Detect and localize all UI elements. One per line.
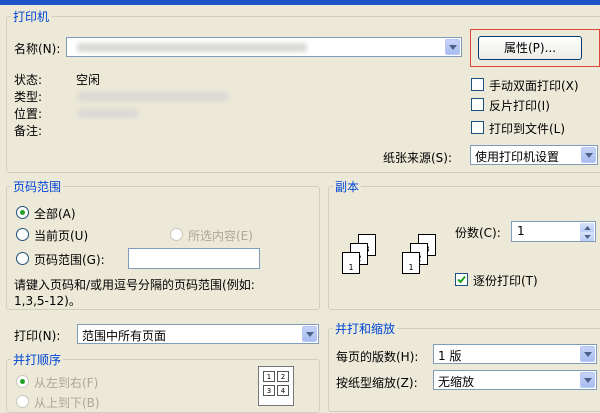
layout-page: 4: [277, 385, 289, 396]
page-range-hint-line2: 1,3,5-12)。: [14, 294, 81, 308]
manual-duplex-checkbox[interactable]: [471, 78, 484, 91]
collate-page: 1: [342, 252, 360, 274]
page-range-group-title: 页码范围: [13, 180, 62, 194]
layout-page: 3: [263, 385, 275, 396]
pages-per-sheet-select[interactable]: 1 版: [433, 344, 597, 364]
zoom-group: 并打和缩放: [328, 320, 600, 412]
pages-per-sheet-label: 每页的版数(H):: [336, 350, 419, 364]
print-order-group-title: 并打顺序: [13, 353, 62, 367]
paper-source-select[interactable]: 使用打印机设置: [470, 145, 598, 165]
manual-duplex-label: 手动双面打印(X): [489, 79, 579, 93]
print-to-file-label: 打印到文件(L): [489, 122, 566, 136]
printer-name-select[interactable]: [66, 37, 462, 57]
scale-value: 无缩放: [438, 375, 475, 389]
collate-label: 逐份打印(T): [473, 274, 538, 288]
current-page-label: 当前页(U): [34, 229, 89, 243]
layout-page: 1: [263, 371, 275, 382]
copies-group-title: 副本: [335, 180, 360, 194]
print-what-label: 打印(N):: [14, 329, 61, 343]
left-to-right-radio[interactable]: [16, 375, 29, 388]
page-range-label: 页码范围(G):: [34, 253, 105, 267]
properties-button[interactable]: 属性(P)...: [478, 36, 582, 60]
printer-name-label: 名称(N):: [14, 42, 61, 56]
layout-page: 2: [277, 371, 289, 382]
scale-label: 按纸型缩放(Z):: [336, 376, 418, 390]
collate-page: 1: [402, 252, 420, 274]
checkmark-icon: [457, 275, 466, 284]
all-pages-radio[interactable]: [16, 206, 29, 219]
mirror-print-label: 反片打印(I): [489, 99, 550, 113]
status-label: 状态:: [14, 73, 43, 87]
title-bar-edge: [0, 0, 600, 5]
top-to-bottom-radio[interactable]: [16, 395, 29, 408]
type-value-redacted: [78, 92, 228, 101]
current-page-radio[interactable]: [16, 228, 29, 241]
pages-per-sheet-value: 1 版: [438, 349, 462, 363]
printer-name-redacted: [77, 43, 307, 52]
location-label: 位置:: [14, 107, 43, 121]
collate-checkbox[interactable]: [455, 273, 468, 286]
page-range-hint-line1: 请键入页码和/或用逗号分隔的页码范围(例如:: [14, 278, 255, 292]
chevron-down-icon[interactable]: [302, 326, 317, 342]
page-range-radio[interactable]: [16, 252, 29, 265]
all-pages-label: 全部(A): [34, 207, 76, 221]
spin-down-icon[interactable]: [580, 232, 594, 241]
chevron-down-icon[interactable]: [580, 372, 595, 388]
type-label: 类型:: [14, 90, 43, 104]
chevron-down-icon[interactable]: [445, 39, 460, 55]
print-to-file-checkbox[interactable]: [471, 121, 484, 134]
location-value-redacted: [78, 109, 138, 118]
chevron-down-icon[interactable]: [581, 147, 596, 163]
copies-count-input[interactable]: 1: [511, 221, 596, 242]
selection-radio[interactable]: [170, 228, 183, 241]
mirror-print-checkbox[interactable]: [471, 98, 484, 111]
status-value: 空闲: [76, 73, 101, 87]
selection-label: 所选内容(E): [188, 229, 253, 243]
page-range-input[interactable]: [128, 248, 260, 269]
print-what-select[interactable]: 范围中所有页面: [77, 324, 319, 344]
paper-source-value: 使用打印机设置: [475, 150, 560, 164]
print-what-value: 范围中所有页面: [82, 329, 167, 343]
copies-count-value: 1: [517, 224, 525, 238]
scale-select[interactable]: 无缩放: [433, 370, 597, 390]
comment-label: 备注:: [14, 124, 43, 138]
left-to-right-label: 从左到右(F): [34, 376, 99, 390]
chevron-down-icon[interactable]: [580, 346, 595, 362]
printer-group-title: 打印机: [13, 10, 50, 24]
zoom-group-title: 并打和缩放: [335, 322, 396, 336]
spin-up-icon[interactable]: [580, 223, 594, 232]
layout-preview-icon: 1 2 3 4: [258, 366, 294, 406]
copies-count-label: 份数(C):: [455, 226, 501, 240]
top-to-bottom-label: 从上到下(B): [34, 396, 100, 410]
paper-source-label: 纸张来源(S):: [383, 151, 453, 165]
